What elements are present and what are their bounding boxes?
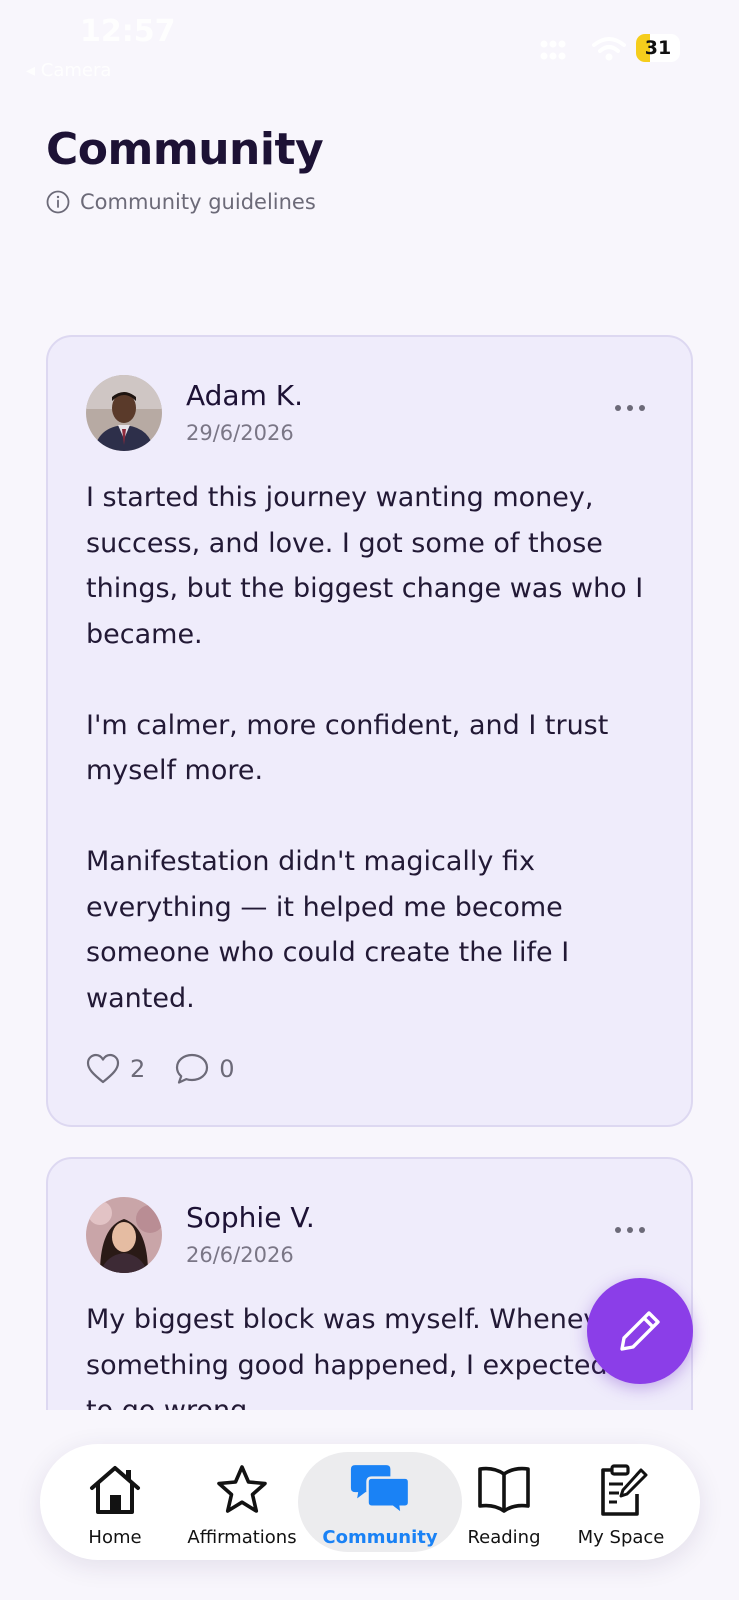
post-paragraph: Manifestation didn't magically fix every… bbox=[86, 846, 570, 1014]
tab-my-space-label: My Space bbox=[577, 1527, 665, 1548]
cellular-signal-icon bbox=[540, 40, 566, 60]
battery-level: 31 bbox=[644, 37, 672, 59]
post-author[interactable]: Sophie V. bbox=[186, 1201, 315, 1234]
star-icon bbox=[217, 1465, 267, 1513]
home-icon bbox=[90, 1466, 140, 1514]
book-icon bbox=[478, 1466, 530, 1513]
battery-indicator: 31 bbox=[636, 34, 680, 62]
post-paragraph: My biggest block was myself. Whenever so… bbox=[86, 1304, 634, 1410]
avatar[interactable] bbox=[86, 375, 162, 451]
tab-reading[interactable]: Reading bbox=[458, 1444, 550, 1560]
tab-community-label: Community bbox=[322, 1527, 438, 1548]
tab-affirmations-label: Affirmations bbox=[187, 1527, 297, 1548]
comment-icon[interactable] bbox=[175, 1053, 209, 1085]
community-guidelines-link[interactable]: Community guidelines bbox=[46, 190, 316, 214]
tab-affirmations[interactable]: Affirmations bbox=[180, 1444, 304, 1560]
tab-home-label: Home bbox=[88, 1527, 142, 1548]
tab-community[interactable]: Community bbox=[298, 1444, 462, 1560]
tab-reading-label: Reading bbox=[467, 1527, 541, 1548]
bottom-tab-bar: Home Affirmations Community Reading My S… bbox=[40, 1444, 700, 1560]
info-icon bbox=[46, 190, 70, 214]
post-feed[interactable]: Adam K. 29/6/2026 I started this journey… bbox=[0, 333, 739, 1410]
page-title: Community bbox=[46, 124, 324, 175]
post-card[interactable]: Sophie V. 26/6/2026 My biggest block was… bbox=[46, 1157, 693, 1410]
heart-icon[interactable] bbox=[86, 1053, 120, 1085]
pencil-icon bbox=[620, 1311, 660, 1351]
more-options-icon[interactable] bbox=[613, 401, 647, 415]
tab-home[interactable]: Home bbox=[76, 1444, 154, 1560]
more-options-icon[interactable] bbox=[613, 1223, 647, 1237]
post-date: 29/6/2026 bbox=[186, 421, 294, 445]
post-actions: 2 0 bbox=[86, 1053, 265, 1085]
community-guidelines-label: Community guidelines bbox=[80, 190, 316, 214]
status-time: 12:57 bbox=[80, 14, 176, 49]
status-bar: 12:57 ◂ Camera 31 bbox=[0, 0, 739, 90]
new-post-button[interactable] bbox=[587, 1278, 693, 1384]
post-body: I started this journey wanting money, su… bbox=[86, 475, 661, 1021]
like-count: 2 bbox=[130, 1055, 146, 1083]
journal-icon bbox=[601, 1464, 648, 1516]
post-body: My biggest block was myself. Whenever so… bbox=[86, 1297, 661, 1410]
post-paragraph: I started this journey wanting money, su… bbox=[86, 482, 644, 650]
wifi-icon bbox=[592, 37, 626, 61]
avatar[interactable] bbox=[86, 1197, 162, 1273]
post-author[interactable]: Adam K. bbox=[186, 379, 303, 412]
comment-count: 0 bbox=[219, 1055, 235, 1083]
post-date: 26/6/2026 bbox=[186, 1243, 294, 1267]
post-card[interactable]: Adam K. 29/6/2026 I started this journey… bbox=[46, 335, 693, 1127]
tab-my-space[interactable]: My Space bbox=[566, 1444, 676, 1560]
post-paragraph: I'm calmer, more confident, and I trust … bbox=[86, 709, 609, 787]
back-to-camera-link[interactable]: ◂ Camera bbox=[26, 60, 111, 81]
chat-bubbles-icon bbox=[350, 1465, 411, 1515]
